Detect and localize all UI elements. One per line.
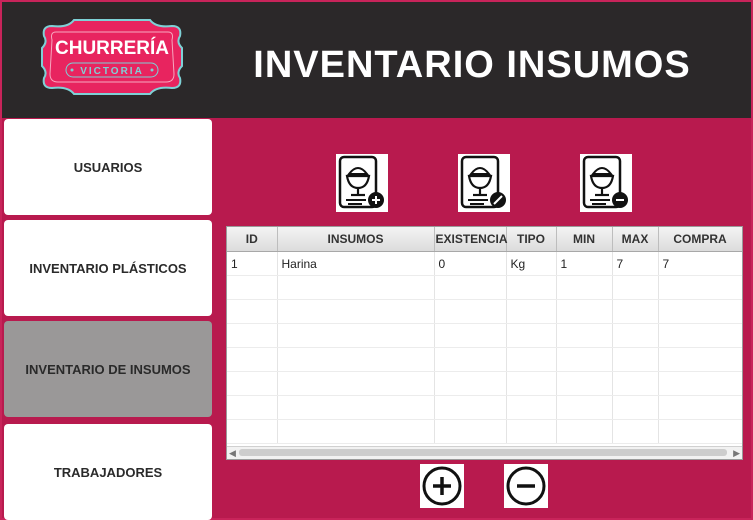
add-supply-icon [338,155,384,209]
remove-button[interactable] [504,464,548,508]
sidebar: USUARIOS INVENTARIO PLÁSTICOS INVENTARIO… [2,118,218,520]
table-row-empty [227,395,742,420]
column-header-tipo[interactable]: TIPO [506,227,557,252]
edit-supply-icon [460,155,506,209]
table-row[interactable]: 1 Harina 0 Kg 1 7 7 [227,251,742,276]
table-row-empty [227,299,742,324]
table-cell[interactable]: Harina [277,251,435,276]
header-bar: CHURRERÍA VICTORIA INVENTARIO INSUMOS [2,2,751,118]
sidebar-item-inventario-insumos[interactable]: INVENTARIO DE INSUMOS [4,321,212,417]
table-row-empty [227,275,742,300]
scroll-right-icon[interactable]: ▶ [733,447,740,459]
table-cell[interactable]: 1 [556,251,613,276]
supplies-table[interactable]: ID INSUMOS EXISTENCIA TIPO MIN MAX COMPR… [226,226,743,460]
brand-subtitle: VICTORIA [80,66,144,77]
table-cell[interactable]: 7 [658,251,742,276]
minus-circle-icon [506,466,546,506]
column-header-insumos[interactable]: INSUMOS [277,227,435,252]
table-cell[interactable]: 1 [227,251,278,276]
sidebar-item-label: USUARIOS [73,159,143,175]
sidebar-item-trabajadores[interactable]: TRABAJADORES [4,424,212,520]
plus-circle-icon [422,466,462,506]
scrollbar-thumb[interactable] [239,449,727,456]
table-row-empty [227,419,742,444]
sidebar-item-inventario-plasticos[interactable]: INVENTARIO PLÁSTICOS [4,220,212,316]
horizontal-scrollbar[interactable]: ◀ ▶ [227,446,742,459]
brand-name: CHURRERÍA [55,37,169,59]
remove-supply-icon [582,155,628,209]
sidebar-item-label: TRABAJADORES [53,464,163,480]
sidebar-item-label: INVENTARIO PLÁSTICOS [29,260,187,276]
page-title: INVENTARIO INSUMOS [253,44,691,86]
column-header-id[interactable]: ID [227,227,278,252]
column-header-existencia[interactable]: EXISTENCIA [434,227,508,252]
churreria-victoria-logo: CHURRERÍA VICTORIA [41,19,183,95]
table-cell[interactable]: Kg [506,251,557,276]
table-row-empty [227,323,742,348]
sidebar-item-usuarios[interactable]: USUARIOS [4,119,212,215]
remove-supply-button[interactable] [580,154,632,212]
sidebar-item-label: INVENTARIO DE INSUMOS [25,361,191,377]
table-header-row: ID INSUMOS EXISTENCIA TIPO MIN MAX COMPR… [227,227,742,252]
add-button[interactable] [420,464,464,508]
table-cell[interactable]: 0 [434,251,507,276]
column-header-compra[interactable]: COMPRA [658,227,742,252]
column-header-min[interactable]: MIN [556,227,613,252]
main-panel: ID INSUMOS EXISTENCIA TIPO MIN MAX COMPR… [218,118,751,518]
table-row-empty [227,347,742,372]
column-header-max[interactable]: MAX [612,227,659,252]
add-supply-button[interactable] [336,154,388,212]
table-cell[interactable]: 7 [612,251,659,276]
table-row-empty [227,371,742,396]
edit-supply-button[interactable] [458,154,510,212]
scroll-left-icon[interactable]: ◀ [229,447,236,459]
